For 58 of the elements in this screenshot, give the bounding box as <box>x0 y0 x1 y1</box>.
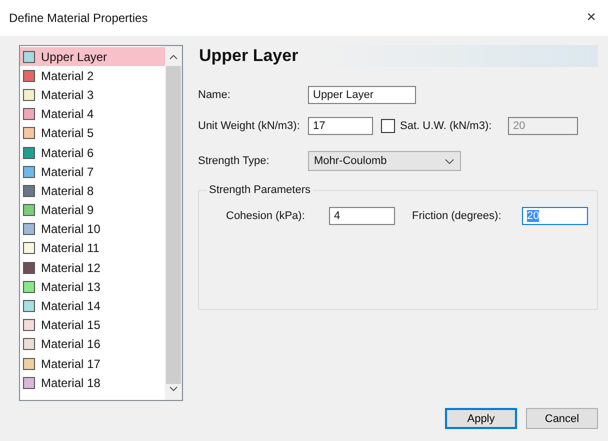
strength-type-dropdown[interactable]: Mohr-Coulomb <box>308 151 461 171</box>
material-item[interactable]: Material 4 <box>20 104 165 124</box>
scroll-down-icon[interactable] <box>169 386 178 392</box>
material-item[interactable]: Material 16 <box>20 334 165 354</box>
material-item[interactable]: Material 7 <box>20 162 165 182</box>
material-item[interactable]: Material 11 <box>20 238 165 258</box>
sat-uw-checkbox[interactable] <box>381 119 395 133</box>
material-item[interactable]: Material 17 <box>20 354 165 374</box>
unit-weight-label: Unit Weight (kN/m3): <box>198 120 301 132</box>
material-name: Material 6 <box>41 146 94 160</box>
material-name: Material 10 <box>41 222 100 236</box>
material-item[interactable]: Material 12 <box>20 258 165 278</box>
dialog-button[interactable]: Cancel <box>526 408 598 429</box>
material-name: Material 14 <box>41 299 100 314</box>
close-button[interactable]: × <box>582 9 600 27</box>
material-name: Material 11 <box>41 241 100 256</box>
scroll-thumb[interactable] <box>166 66 181 384</box>
material-name: Material 4 <box>41 107 94 122</box>
material-name: Material 13 <box>41 280 100 294</box>
material-name: Material 17 <box>41 356 100 371</box>
cohesion-field[interactable]: 4 <box>329 207 395 225</box>
material-item[interactable]: Material 3 <box>20 85 165 105</box>
material-item[interactable]: Material 13 <box>20 277 165 296</box>
scrollbar[interactable] <box>165 46 182 400</box>
material-item[interactable]: Material 2 <box>20 66 165 86</box>
friction-label: Friction (degrees): <box>412 210 502 222</box>
material-name: Material 3 <box>41 88 94 102</box>
material-name: Material 5 <box>41 126 94 140</box>
material-name: Material 18 <box>41 376 100 390</box>
material-item[interactable]: Material 6 <box>20 142 165 162</box>
material-item[interactable]: Material 15 <box>20 316 165 335</box>
cohesion-label: Cohesion (kPa): <box>226 210 306 222</box>
material-item[interactable]: Material 14 <box>20 296 165 316</box>
material-name: Material 9 <box>41 203 94 218</box>
material-header: Upper Layer <box>198 45 598 67</box>
material-name: Material 2 <box>41 68 94 83</box>
name-field[interactable]: Upper Layer <box>308 86 416 104</box>
material-item[interactable]: Material 8 <box>20 181 165 200</box>
material-item[interactable]: Material 9 <box>20 200 165 220</box>
name-label: Name: <box>198 89 232 101</box>
chevron-down-icon <box>445 158 454 164</box>
unit-weight-field[interactable]: 17 <box>308 117 373 135</box>
window-title: Define Material Properties <box>9 11 148 25</box>
group-title: Strength Parameters <box>207 184 312 196</box>
material-name: Material 7 <box>41 164 94 179</box>
scroll-up-icon[interactable] <box>169 54 178 60</box>
material-name: Material 15 <box>41 318 100 332</box>
material-name: Material 12 <box>41 260 100 275</box>
material-item[interactable]: Material 5 <box>20 124 165 143</box>
material-item[interactable]: Material 18 <box>20 373 165 392</box>
strength-type-label: Strength Type: <box>198 155 270 167</box>
material-name: Material 8 <box>41 184 94 198</box>
material-name: Material 16 <box>41 337 100 352</box>
sat-uw-label: Sat. U.W. (kN/m3): <box>400 120 493 132</box>
dialog-button[interactable]: Apply <box>445 408 517 429</box>
material-item[interactable]: Upper Layer <box>20 47 165 66</box>
material-name: Upper Layer <box>41 50 108 64</box>
material-item[interactable]: Material 10 <box>20 220 165 239</box>
